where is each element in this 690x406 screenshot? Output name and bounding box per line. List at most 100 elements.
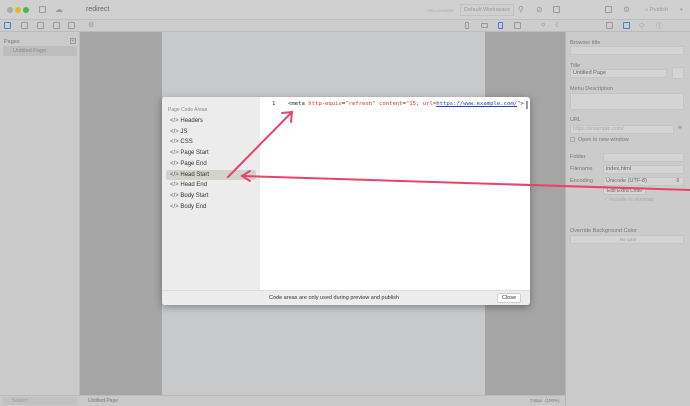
code-url[interactable]: https://www.example.com/ [436,101,517,107]
components-icon[interactable] [68,22,75,29]
folder-input[interactable] [603,153,684,162]
code-icon: </> [170,171,179,178]
panel-icon[interactable] [553,6,560,13]
filename-input[interactable]: index.html [603,165,684,174]
close-button[interactable]: Close [497,293,521,303]
tag-icon[interactable]: ◇ [639,21,644,29]
workspace-selector[interactable]: Default Workspace [460,4,515,16]
tablet-icon[interactable] [498,22,503,29]
bg-color-select[interactable]: No color [570,235,684,244]
secondary-toolbar: ⚙ ☼ ☾ ◇ ⓘ [0,20,690,32]
library-icon[interactable] [53,22,60,29]
editor-scrollbar[interactable] [526,101,528,109]
code-area-item[interactable]: </> Head End [166,180,256,190]
sidebar-toggle-icon[interactable] [39,6,46,13]
edit-extra-code-button[interactable]: Edit Extra Code [603,187,647,195]
code-areas-sidebar: Page Code Areas </> Headers </> JS </> CSS… [162,97,260,290]
open-new-window-label: Open in new window [578,137,629,143]
menu-description-label: Menu Description [570,86,613,92]
folder-label: Folder [570,154,586,160]
folder-icon[interactable] [21,22,28,29]
code-area-label: Head End [180,182,208,189]
include-sitemap-label: Include in sitemap [609,197,654,203]
code-area-label: Page Start [180,150,209,157]
pages-icon[interactable] [4,22,11,29]
filename-label: Filename [570,166,593,172]
code-area-item[interactable]: </> Headers [166,116,256,126]
code-attr: content [378,101,403,107]
publish-menu-chevron-icon[interactable]: ▾ [680,7,683,13]
inspector-toggle-icon[interactable] [605,6,612,13]
code-string: "15; url= [405,101,437,107]
page-icon-well[interactable] [672,67,684,79]
open-new-window-checkbox[interactable] [570,137,575,142]
bg-color-value: No color [619,237,637,242]
footer-note: Code areas are only used during preview … [269,295,399,301]
url-input[interactable]: https://example.com/ [570,125,674,134]
encoding-value: Unicode (UTF-8) [606,178,647,184]
code-icon: </> [170,128,179,135]
code-area-label: Body Start [180,192,209,199]
zoom-window-button[interactable] [23,7,29,13]
preview-icon[interactable]: ⚲ [518,5,524,14]
pages-sidebar: Pages + Untitled Page [0,32,80,395]
code-area-label: Page End [180,160,207,167]
page-settings-icon[interactable]: ⚙ [88,21,94,29]
encoding-label: Encoding [570,178,593,184]
link-icon[interactable]: ⚭ [677,124,683,132]
assets-icon[interactable] [37,22,44,29]
line-number: 1 [272,101,276,107]
code-area-label: Head Start [180,171,210,178]
encoding-select[interactable]: Unicode (UTF-8) ⇕ [603,177,684,186]
code-area-item[interactable]: </> Page Start [166,148,256,158]
code-editor[interactable]: <meta http-equiv="refresh" content="15; … [288,101,524,107]
code-icon: </> [170,192,179,199]
code-icon: </> [170,182,179,189]
light-mode-icon[interactable]: ☼ [540,21,546,28]
desktop-icon[interactable] [514,22,521,29]
close-window-button[interactable] [7,7,13,13]
add-page-button[interactable]: + [70,38,76,44]
phone-landscape-icon[interactable] [481,23,488,28]
phone-icon[interactable] [465,22,469,29]
include-sitemap-checkbox[interactable]: ✓ Include in sitemap [603,197,653,203]
page-inspector: Browser title Title Untitled Page Menu D… [565,32,690,406]
info-icon[interactable]: ⓘ [656,21,663,31]
code-area-label: JS [180,128,188,135]
canvas-zoom: (100%) [545,398,560,403]
code-area-item[interactable]: </> Body Start [166,191,256,201]
dark-mode-icon[interactable]: ☾ [555,21,561,29]
status-bar: Search Untitled Page 748px (100%) [0,395,565,406]
page-code-dialog: Page Code Areas </> Headers </> JS </> CSS… [162,97,530,305]
code-area-item[interactable]: </> Page End [166,159,256,169]
code-icon: </> [170,139,179,146]
page-inspector-icon[interactable] [623,22,630,29]
search-input[interactable]: Search [3,397,77,405]
override-bg-label: Override Background Color [570,228,637,234]
license-label: PRO LICENSE [427,8,454,13]
code-icon: </> [170,150,179,157]
publish-button[interactable]: ⌂ Publish [645,7,668,13]
code-string: "refresh" [345,101,376,107]
code-area-item[interactable]: </> CSS [166,137,256,147]
section-title: Page Code Areas [168,107,208,113]
code-area-item[interactable]: </> Body End [166,202,256,212]
code-area-item[interactable]: </> Head Start [166,169,256,180]
menu-description-input[interactable] [570,93,684,110]
select-arrows-icon: ⇕ [675,178,680,184]
browser-title-input[interactable] [570,46,684,55]
top-toolbar: ☁ redirect PRO LICENSE Default Workspace… [0,0,690,20]
page-item[interactable]: Untitled Page [3,46,77,56]
publish-label: Publish [649,7,668,13]
canvas-size: 748px [530,398,543,403]
cloud-icon[interactable]: ☁ [55,5,63,14]
canvas-margin-left [80,32,162,395]
layout-inspector-icon[interactable] [606,22,613,29]
code-area-label: Headers [180,118,204,124]
code-area-item[interactable]: </> JS [166,127,256,137]
page-item-label: Untitled Page [13,48,47,54]
title-input[interactable]: Untitled Page [570,69,667,78]
minimize-window-button[interactable] [15,7,21,13]
settings-icon[interactable]: ⚙ [623,5,630,14]
compass-icon[interactable]: ⊘ [536,5,543,14]
